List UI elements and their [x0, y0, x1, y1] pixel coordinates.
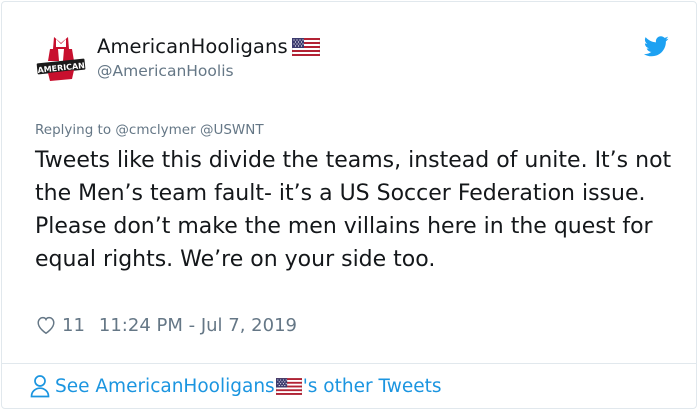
- see-other-tweets-suffix: 's other Tweets: [302, 375, 442, 397]
- see-other-tweets-prefix: See AmericanHooligans: [55, 375, 275, 397]
- tweet-meta: 11 11:24 PM - Jul 7, 2019: [35, 314, 297, 336]
- display-name[interactable]: AmericanHooligans: [97, 35, 288, 58]
- mention-link[interactable]: @cmclymer: [115, 122, 195, 138]
- us-flag-icon: [291, 37, 320, 56]
- user-handle[interactable]: @AmericanHoolis: [97, 62, 234, 80]
- timestamp-link[interactable]: 11:24 PM - Jul 7, 2019: [99, 315, 297, 336]
- replying-prefix: Replying to: [35, 122, 112, 138]
- replying-to: Replying to @cmclymer @USWNT: [35, 122, 264, 138]
- divider: [2, 363, 696, 364]
- avatar-logo: AMERICAN: [36, 37, 86, 81]
- avatar[interactable]: AMERICAN: [36, 33, 86, 83]
- like-count[interactable]: 11: [62, 315, 85, 336]
- us-flag-icon: [275, 377, 302, 395]
- user-name-row[interactable]: AmericanHooligans: [97, 35, 320, 58]
- see-other-tweets-link[interactable]: See AmericanHooligans 's other Tweets: [29, 374, 442, 398]
- tweet-card: AMERICAN AmericanHooligans @AmericanHool…: [1, 1, 697, 409]
- mention-link[interactable]: @USWNT: [200, 122, 264, 138]
- person-icon: [30, 375, 50, 398]
- heart-icon[interactable]: [35, 314, 57, 336]
- tweet-text: Tweets like this divide the teams, inste…: [35, 148, 672, 272]
- twitter-bird-icon[interactable]: [644, 36, 669, 57]
